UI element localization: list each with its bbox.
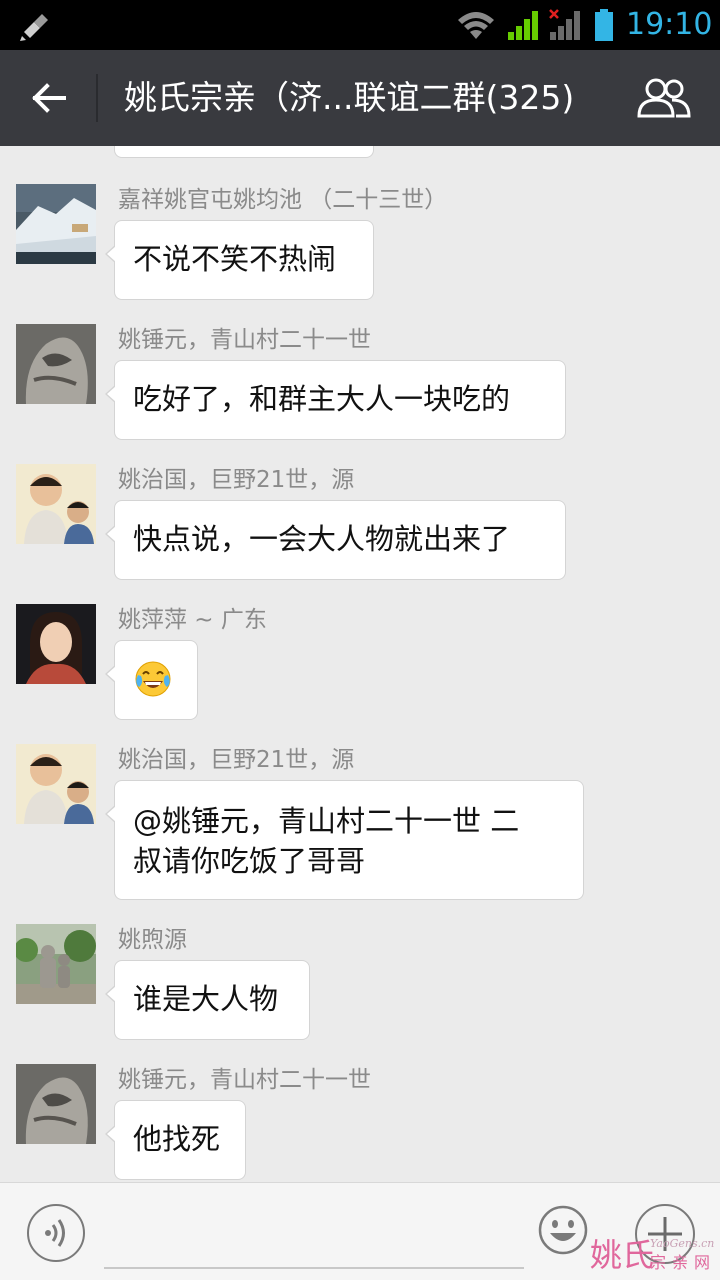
voice-input-button[interactable] xyxy=(26,1203,86,1263)
battery-icon xyxy=(595,9,613,41)
group-members-button[interactable] xyxy=(630,72,698,124)
snow-landscape-avatar[interactable] xyxy=(16,184,96,264)
children-photo-avatar[interactable] xyxy=(16,744,96,824)
message-text: 他找死 xyxy=(133,1122,221,1156)
message-bubble[interactable]: 快点说，一会大人物就出来了 xyxy=(105,500,566,580)
sender-name: 姚锤元，青山村二十一世 xyxy=(118,1067,371,1093)
input-bar: 姚氏 YaoGens.cn 宗亲网 xyxy=(0,1182,720,1280)
message-item: 姚治国，巨野21世，源 @姚锤元，青山村二十一世 二 叔请你吃饭了哥哥 xyxy=(0,744,720,900)
message-input[interactable] xyxy=(104,1267,524,1269)
garden-statue-avatar[interactable] xyxy=(16,924,96,1004)
message-text: 谁是大人物 xyxy=(133,982,279,1016)
message-text: 不说不笑不热闹 xyxy=(133,242,337,276)
watermark-logo: 姚氏 xyxy=(590,1236,655,1274)
message-bubble[interactable] xyxy=(105,640,198,720)
sender-name: 姚萍萍 ~ 广东 xyxy=(118,607,267,633)
message-text: 吃好了，和群主大人一块吃的 xyxy=(133,382,511,416)
message-bubble[interactable]: 不说不笑不热闹 xyxy=(105,220,374,300)
message-item: 姚锤元，青山村二十一世 他找死 xyxy=(0,1064,720,1180)
signal-no-service-icon xyxy=(549,9,580,40)
header-divider xyxy=(96,74,98,122)
chat-header: 姚氏宗亲（济...联谊二群(325) xyxy=(0,50,720,146)
arrow-left-icon xyxy=(32,83,66,113)
message-bubble[interactable]: 吃好了，和群主大人一块吃的 xyxy=(105,360,566,440)
message-item: 姚萍萍 ~ 广东 xyxy=(0,604,720,720)
clock-time: 19:10 xyxy=(626,7,713,42)
message-item: 嘉祥姚官屯姚均池 （二十三世） 不说不笑不热闹 xyxy=(0,184,720,300)
voice-input-icon xyxy=(27,1204,85,1262)
message-item: 姚煦源 谁是大人物 xyxy=(0,924,720,1040)
sender-name: 姚煦源 xyxy=(118,927,187,953)
message-text: 快点说，一会大人物就出来了 xyxy=(133,522,511,556)
message-item: 姚锤元，青山村二十一世 吃好了，和群主大人一块吃的 xyxy=(0,324,720,440)
sender-name: 姚治国，巨野21世，源 xyxy=(118,467,355,493)
watermark-sub: 宗亲网 xyxy=(650,1253,717,1272)
site-watermark: 姚氏 YaoGens.cn 宗亲网 xyxy=(590,1235,720,1279)
message-text-line: 叔请你吃饭了哥哥 xyxy=(133,844,366,878)
sender-name: 姚锤元，青山村二十一世 xyxy=(118,327,371,353)
message-item: 姚治国，巨野21世，源 快点说，一会大人物就出来了 xyxy=(0,464,720,580)
status-bar: 19:10 xyxy=(0,0,720,50)
stone-carving-avatar[interactable] xyxy=(16,1064,96,1144)
emoji-button[interactable] xyxy=(538,1205,588,1255)
message-bubble[interactable]: 谁是大人物 xyxy=(105,960,310,1040)
message-bubble[interactable]: @姚锤元，青山村二十一世 二 叔请你吃饭了哥哥 xyxy=(105,780,584,900)
cleaner-icon xyxy=(20,14,48,41)
back-button[interactable] xyxy=(20,70,78,126)
message-text: @姚锤元，青山村二十一世 二 叔请你吃饭了哥哥 xyxy=(133,781,565,899)
woman-portrait-avatar[interactable] xyxy=(16,604,96,684)
signal-icon xyxy=(508,11,538,40)
chat-title: 姚氏宗亲（济...联谊二群(325) xyxy=(124,78,575,117)
sender-name: 嘉祥姚官屯姚均池 （二十三世） xyxy=(118,187,448,213)
tears-of-joy-emoji xyxy=(135,661,171,697)
group-members-icon xyxy=(637,78,691,118)
wifi-icon xyxy=(458,12,494,39)
message-list[interactable]: 嘉祥姚官屯姚均池 （二十三世） 不说不笑不热闹 姚锤元，青山村二十一世 吃好了，… xyxy=(0,146,720,1182)
watermark-url: YaoGens.cn xyxy=(650,1237,715,1250)
children-photo-avatar[interactable] xyxy=(16,464,96,544)
sender-name: 姚治国，巨野21世，源 xyxy=(118,747,355,773)
previous-message-bubble[interactable] xyxy=(114,146,374,158)
message-text-line: @姚锤元，青山村二十一世 二 xyxy=(133,804,520,838)
message-bubble[interactable]: 他找死 xyxy=(105,1100,246,1180)
stone-carving-avatar[interactable] xyxy=(16,324,96,404)
smiley-face-icon xyxy=(538,1205,588,1255)
